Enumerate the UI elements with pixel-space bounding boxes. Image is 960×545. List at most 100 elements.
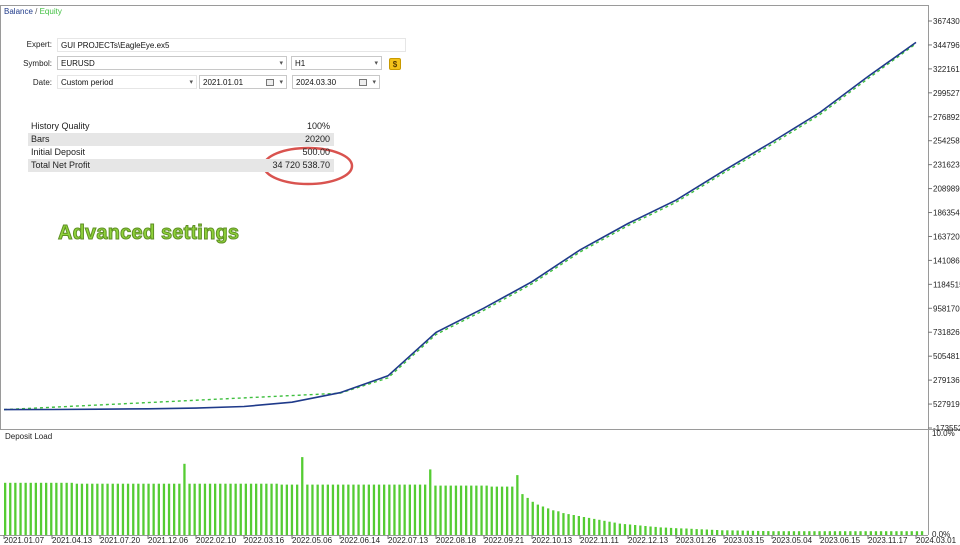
deposit-bar: [572, 515, 575, 535]
deposit-bar: [593, 518, 596, 535]
deposit-bar: [203, 483, 207, 535]
deposit-bar: [818, 531, 821, 535]
deposit-bar: [24, 482, 27, 536]
deposit-bar: [490, 486, 493, 535]
deposit-bar: [823, 531, 826, 535]
deposit-bar: [388, 484, 391, 535]
x-tick-label: 2022.06.14: [340, 536, 381, 545]
x-tick-label: 2021.07.20: [100, 536, 141, 545]
y-tick-label: 32216172: [933, 65, 960, 74]
y-tick-label: 36743074: [933, 17, 960, 26]
expert-field[interactable]: GUI PROJECTs\EagleEye.ex5: [57, 38, 406, 52]
deposit-bar: [598, 519, 601, 535]
y-tick-label: 20898947: [933, 185, 960, 194]
deposit-bar: [757, 530, 760, 535]
deposit-bar: [444, 485, 447, 535]
timeframe-value: H1: [295, 59, 306, 68]
deposit-bar: [470, 485, 473, 535]
deposit-bar: [347, 484, 350, 535]
results-table: History Quality 100% Bars 20200 Initial De…: [28, 120, 334, 172]
symbol-value: EURUSD: [61, 59, 95, 68]
date-from-picker[interactable]: 2021.01.01 ▾: [199, 75, 287, 89]
y-tick-label: 27689280: [933, 113, 960, 122]
y-tick-label: 18635496: [933, 209, 960, 218]
table-row: Bars 20200: [28, 133, 334, 146]
deposit-bar: [562, 513, 565, 535]
deposit-bar: [19, 482, 22, 536]
deposit-bar: [260, 483, 263, 535]
deposit-bar: [623, 524, 627, 535]
deposit-bar: [208, 483, 212, 535]
x-tick-label: 2021.12.06: [148, 536, 189, 545]
date-to-picker[interactable]: 2024.03.30 ▾: [292, 75, 380, 89]
deposit-bar: [582, 517, 586, 535]
deposit-bar: [516, 475, 519, 535]
date-to-value: 2024.03.30: [296, 78, 337, 87]
deposit-bar: [50, 482, 53, 536]
x-tick-label: 2023.01.26: [676, 536, 717, 545]
deposit-bar: [296, 484, 299, 535]
deposit-bar: [731, 530, 734, 535]
deposit-bar: [101, 483, 104, 535]
deposit-bar: [198, 483, 201, 535]
x-tick-label: 2023.03.15: [724, 536, 765, 545]
x-tick-label: 2022.11.11: [580, 536, 619, 545]
stat-key: Bars: [31, 134, 50, 144]
stat-key: Initial Deposit: [31, 147, 86, 157]
y-tick-label: 14108614: [933, 256, 960, 265]
calendar-icon: [359, 79, 367, 86]
period-select[interactable]: Custom period ▾: [57, 75, 197, 89]
deposit-bar: [634, 525, 637, 535]
deposit-bar: [152, 483, 155, 535]
deposit-bar: [890, 531, 893, 535]
dollar-icon[interactable]: $: [389, 58, 401, 70]
deposit-bar: [797, 531, 801, 535]
deposit-load-label: Deposit Load: [5, 432, 53, 441]
deposit-bar: [331, 484, 335, 535]
date-from-value: 2021.01.01: [203, 78, 244, 87]
stat-value: 500.00: [302, 147, 330, 157]
deposit-bar: [173, 483, 176, 535]
deposit-load-bars: [4, 457, 924, 536]
deposit-bar: [808, 531, 811, 535]
deposit-bar: [659, 527, 662, 535]
deposit-bar: [249, 483, 253, 535]
legend-equity[interactable]: Equity: [40, 7, 62, 16]
deposit-bar: [567, 514, 570, 535]
deposit-bar: [536, 504, 539, 535]
deposit-bar: [792, 531, 796, 535]
deposit-bar: [336, 484, 340, 535]
deposit-bar: [920, 531, 924, 535]
x-tick-label: 2023.05.04: [772, 536, 813, 545]
deposit-bar: [86, 483, 89, 535]
deposit-bar: [587, 517, 591, 535]
deposit-bar: [439, 485, 442, 535]
table-row: Total Net Profit 34 720 538.70: [28, 159, 334, 172]
deposit-bar: [736, 530, 739, 535]
deposit-bar: [362, 484, 365, 535]
deposit-bar: [383, 484, 386, 535]
deposit-bar: [393, 484, 396, 535]
y-tick-label: 7318260: [933, 328, 960, 337]
table-row: History Quality 100%: [28, 120, 334, 133]
deposit-bar: [214, 483, 217, 535]
deposit-bar: [275, 483, 278, 535]
deposit-bar: [45, 482, 48, 536]
x-tick-label: 2022.02.10: [196, 536, 237, 545]
chevron-down-icon: ▾: [279, 79, 283, 86]
deposit-bar: [270, 483, 273, 535]
x-tick-label: 2023.11.17: [868, 536, 908, 545]
deposit-bar: [900, 531, 903, 535]
expert-label: Expert:: [26, 40, 52, 49]
deposit-bar: [239, 483, 242, 535]
symbol-select[interactable]: EURUSD ▾: [57, 56, 287, 70]
chevron-down-icon: ▾: [374, 60, 378, 67]
deposit-bar: [316, 484, 319, 535]
legend-balance[interactable]: Balance: [4, 7, 33, 16]
symbol-label: Symbol:: [23, 59, 52, 68]
period-value: Custom period: [61, 78, 114, 87]
deposit-bar: [905, 531, 908, 535]
deposit-bar: [782, 531, 785, 535]
y-tick-label: 29952731: [933, 89, 960, 98]
timeframe-select[interactable]: H1 ▾: [291, 56, 382, 70]
